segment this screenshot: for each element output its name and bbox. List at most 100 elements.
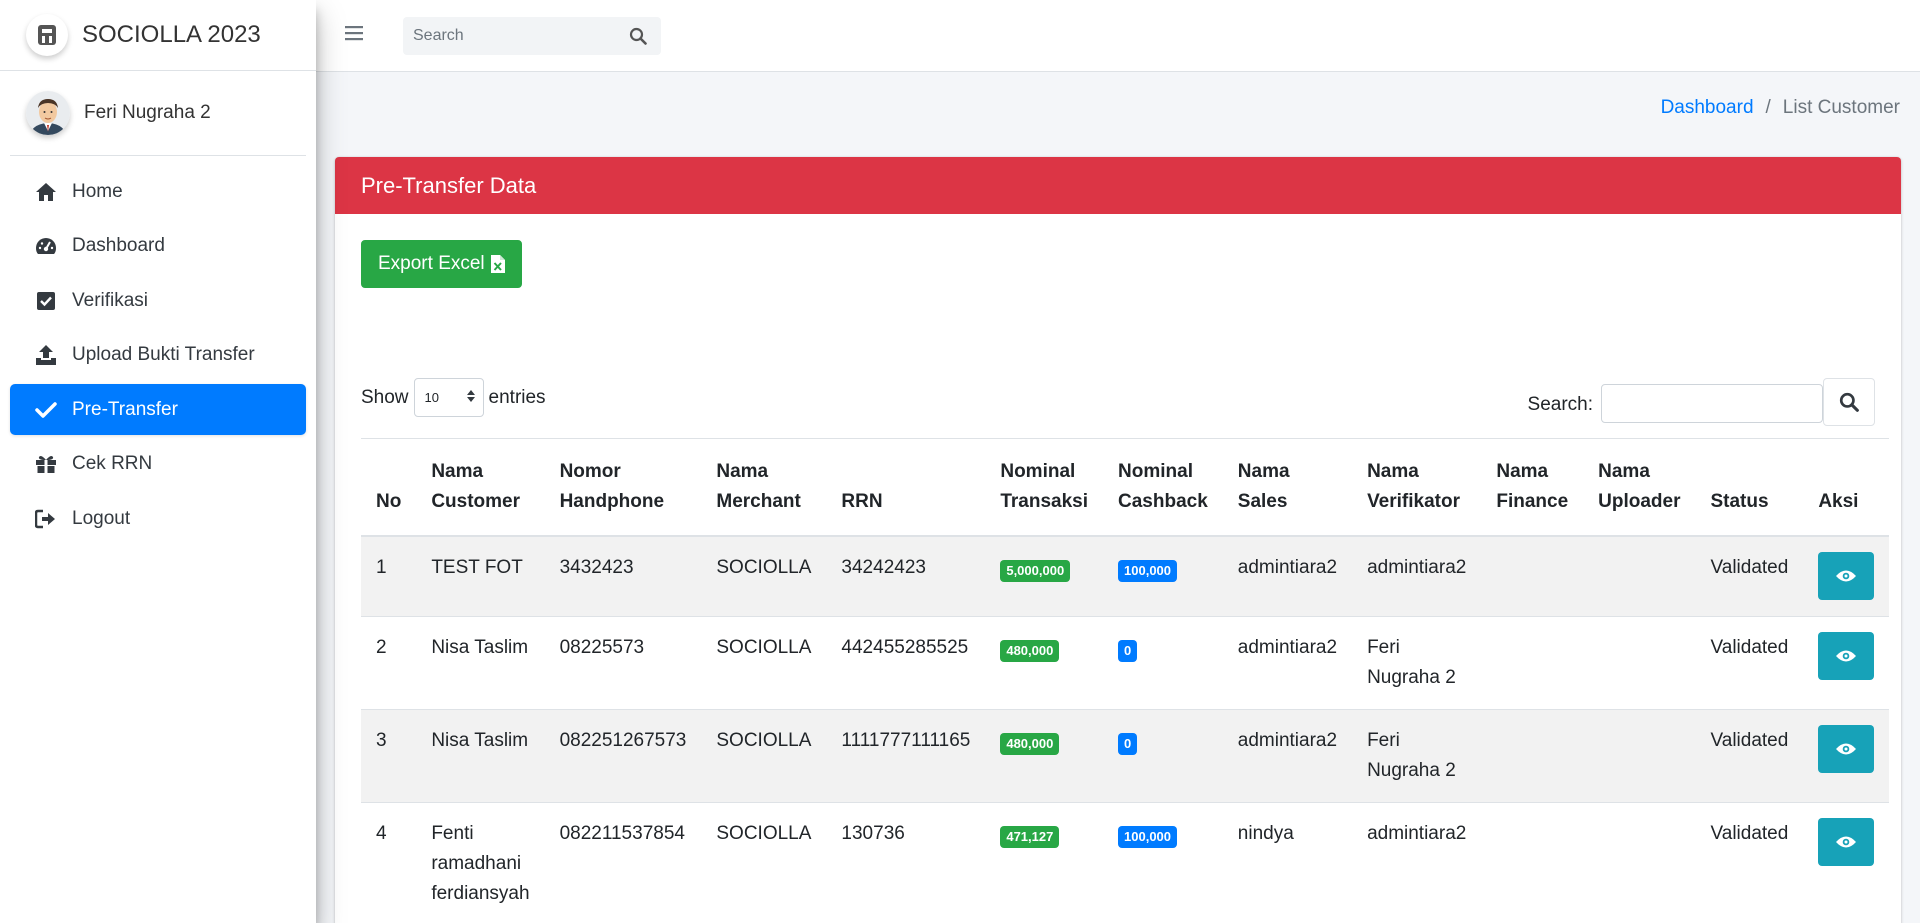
cell-phone: 3432423 — [544, 535, 702, 617]
view-button[interactable] — [1818, 818, 1875, 866]
eye-icon — [1836, 743, 1857, 755]
cell-transaksi: 480,000 — [985, 616, 1104, 710]
cell-finance — [1481, 535, 1584, 617]
cell-finance — [1481, 709, 1584, 803]
column-header[interactable]: Nama Merchant — [701, 439, 826, 537]
navbar-search-input[interactable] — [413, 26, 623, 45]
cell-customer: Nisa Taslim — [416, 709, 545, 803]
column-header[interactable]: Nama Sales — [1223, 439, 1352, 537]
column-header[interactable]: Nominal Cashback — [1103, 439, 1223, 537]
sidebar-item-cek-rrn[interactable]: Cek RRN — [10, 439, 306, 490]
sidebar-item-upload-bukti-transfer[interactable]: Upload Bukti Transfer — [10, 330, 306, 381]
card-title: Pre-Transfer Data — [335, 157, 1901, 214]
search-icon[interactable] — [623, 27, 653, 45]
column-header[interactable]: Nama Uploader — [1583, 439, 1695, 537]
sidebar-item-label: Pre-Transfer — [72, 398, 178, 420]
cell-verifikator: Feri Nugraha 2 — [1352, 616, 1482, 710]
cell-rrn: 130736 — [826, 802, 986, 923]
top-navbar — [316, 0, 1920, 72]
view-button[interactable] — [1818, 725, 1875, 773]
cell-uploader — [1583, 616, 1696, 710]
cell-no: 2 — [361, 616, 417, 710]
cell-cashback: 0 — [1103, 616, 1223, 710]
breadcrumb-dashboard-link[interactable]: Dashboard — [1661, 97, 1754, 119]
view-button[interactable] — [1818, 552, 1875, 600]
cell-verifikator: admintiara2 — [1352, 535, 1482, 617]
cell-transaksi: 471,127 — [985, 802, 1104, 923]
search-icon — [1839, 392, 1859, 412]
table-row: 2 Nisa Taslim 08225573 SOCIOLLA 44245528… — [361, 616, 1890, 710]
cell-cashback: 100,000 — [1103, 802, 1223, 923]
cell-aksi — [1803, 616, 1890, 710]
sidebar-item-label: Dashboard — [72, 235, 165, 256]
column-header[interactable]: Nomor Handphone — [545, 439, 702, 537]
check-icon — [34, 398, 58, 422]
brand-link[interactable]: SOCIOLLA 2023 — [0, 0, 316, 71]
view-button[interactable] — [1818, 632, 1875, 680]
cell-aksi — [1803, 535, 1890, 617]
sign-out-icon — [34, 507, 58, 531]
table-search-label: Search: — [1527, 394, 1593, 415]
column-header[interactable]: Status — [1695, 439, 1803, 537]
table-search-input[interactable] — [1601, 384, 1823, 423]
column-header[interactable]: No — [361, 439, 416, 537]
column-header[interactable]: Nominal Transaksi — [985, 439, 1103, 537]
table-row: 4 Fenti ramadhani ferdiansyah 0822115378… — [361, 802, 1890, 923]
cell-aksi — [1803, 709, 1890, 803]
sidebar-item-pre-transfer[interactable]: Pre-Transfer — [10, 384, 306, 435]
gift-icon — [34, 452, 58, 476]
cell-aksi — [1803, 802, 1890, 923]
cell-verifikator: admintiara2 — [1352, 802, 1482, 923]
datatable-filter: Search: — [1528, 378, 1875, 426]
cell-phone: 08225573 — [544, 616, 702, 710]
pre-transfer-table: No Nama Customer Nomor Handphone Nama Me… — [361, 438, 1890, 923]
export-excel-label: Export Excel — [378, 253, 485, 274]
brand-title: SOCIOLLA 2023 — [82, 21, 261, 48]
column-header[interactable]: Nama Customer — [416, 439, 544, 537]
cell-cashback: 100,000 — [1103, 535, 1223, 617]
cell-rrn: 442455285525 — [826, 616, 986, 710]
sidebar: SOCIOLLA 2023 Feri Nugraha 2 Home Dashbo… — [0, 0, 316, 923]
cell-sales: admintiara2 — [1222, 535, 1353, 617]
hamburger-menu-icon[interactable] — [345, 24, 367, 47]
eye-icon — [1836, 836, 1857, 848]
nominal-transaksi-badge: 5,000,000 — [1000, 560, 1071, 583]
nominal-cashback-badge: 0 — [1118, 733, 1138, 756]
cell-customer: TEST FOT — [416, 535, 545, 617]
cell-transaksi: 480,000 — [985, 709, 1104, 803]
user-panel[interactable]: Feri Nugraha 2 — [10, 71, 306, 156]
nominal-transaksi-badge: 471,127 — [1000, 826, 1060, 849]
check-square-icon — [34, 289, 58, 313]
cell-merchant: SOCIOLLA — [701, 802, 827, 923]
cell-sales: nindya — [1222, 802, 1353, 923]
column-header[interactable]: Nama Verifikator — [1352, 439, 1481, 537]
cell-customer: Fenti ramadhani ferdiansyah — [416, 802, 545, 923]
sidebar-nav: Home Dashboard Verifikasi Upload Bukti T… — [0, 156, 316, 544]
cell-sales: admintiara2 — [1222, 616, 1353, 710]
cell-sales: admintiara2 — [1222, 709, 1353, 803]
table-search-button[interactable] — [1823, 378, 1875, 426]
cell-status: Validated — [1695, 802, 1804, 923]
cell-rrn: 34242423 — [826, 535, 986, 617]
column-header[interactable]: RRN — [826, 439, 985, 537]
nominal-transaksi-badge: 480,000 — [1000, 733, 1060, 756]
breadcrumb-current: List Customer — [1782, 97, 1900, 118]
sidebar-item-logout[interactable]: Logout — [10, 493, 306, 544]
cell-phone: 082251267573 — [544, 709, 702, 803]
table-row: 1 TEST FOT 3432423 SOCIOLLA 34242423 5,0… — [361, 535, 1890, 617]
cell-status: Validated — [1695, 616, 1804, 710]
export-excel-button[interactable]: Export Excel — [361, 240, 522, 288]
column-header[interactable]: Aksi — [1803, 439, 1889, 537]
cell-merchant: SOCIOLLA — [701, 616, 827, 710]
eye-icon — [1836, 650, 1857, 662]
cell-verifikator: Feri Nugraha 2 — [1352, 709, 1482, 803]
breadcrumb-separator: / — [1765, 97, 1771, 118]
sidebar-item-verifikasi[interactable]: Verifikasi — [10, 275, 306, 326]
cell-rrn: 1111777111165 — [826, 709, 986, 803]
sidebar-item-home[interactable]: Home — [10, 166, 306, 217]
entries-select[interactable]: 10 — [413, 378, 484, 417]
nominal-transaksi-badge: 480,000 — [1000, 640, 1060, 663]
sidebar-item-dashboard[interactable]: Dashboard — [10, 221, 306, 272]
column-header[interactable]: Nama Finance — [1481, 439, 1583, 537]
sidebar-item-label: Home — [72, 180, 123, 202]
